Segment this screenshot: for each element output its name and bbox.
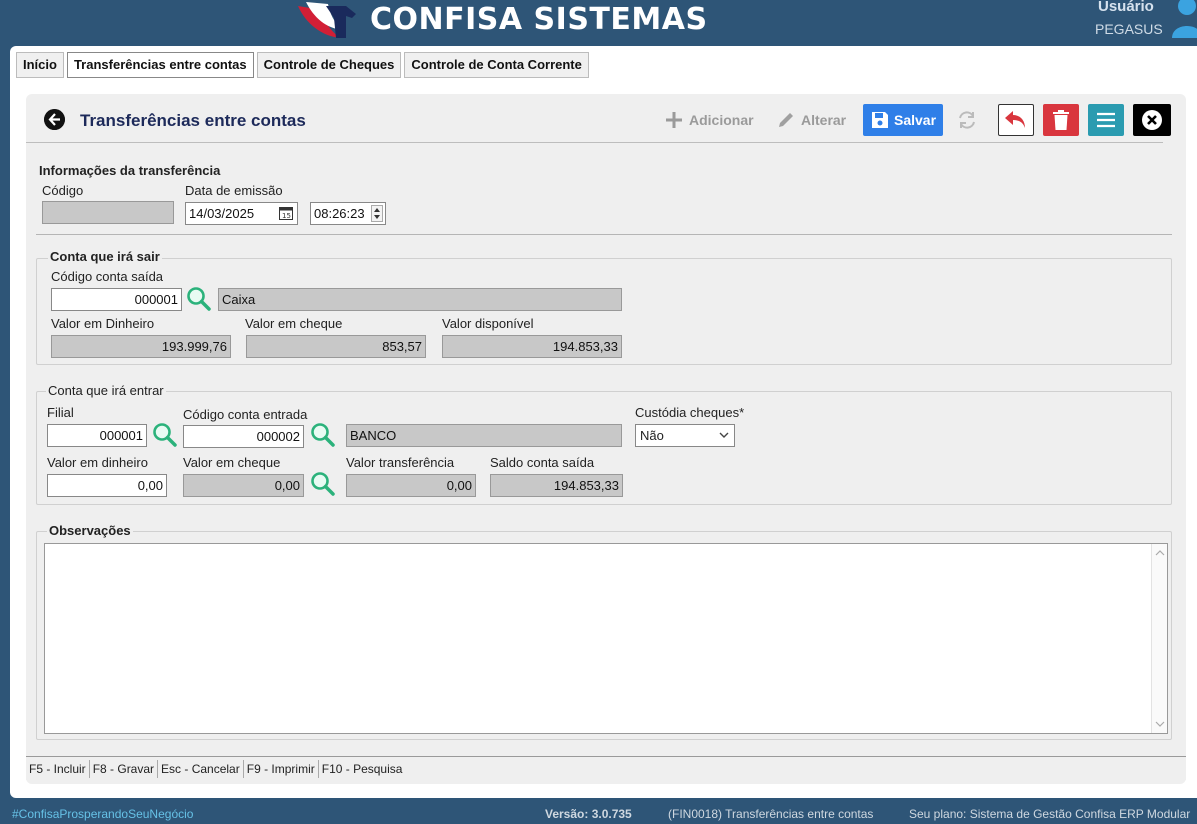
conta-entrada-nome: BANCO [346, 424, 622, 447]
title-row: Transferências entre contas Adicionar Al… [26, 94, 1171, 143]
form-panel: Transferências entre contas Adicionar Al… [26, 94, 1186, 784]
back-arrow-icon[interactable] [44, 109, 65, 130]
edit-button[interactable]: Alterar [776, 104, 846, 136]
data-emissao-label: Data de emissão [185, 183, 283, 198]
scroll-down-icon[interactable] [1155, 721, 1165, 727]
shortcut-esc: Esc - Cancelar [158, 759, 244, 778]
save-icon [872, 112, 888, 128]
custodia-value: Não [640, 428, 664, 443]
tab-bar: Início Transferências entre contas Contr… [16, 52, 592, 80]
trash-icon [1053, 110, 1069, 130]
time-spinner-icon[interactable] [371, 205, 383, 222]
footer-program: (FIN0018) Transferências entre contas [668, 807, 874, 821]
refresh-icon [959, 111, 975, 129]
search-conta-saida-icon[interactable] [186, 286, 212, 312]
close-button[interactable] [1133, 104, 1171, 136]
delete-button[interactable] [1043, 104, 1079, 136]
footer-plan: Seu plano: Sistema de Gestão Confisa ERP… [909, 807, 1191, 821]
page-title: Transferências entre contas [80, 111, 306, 130]
edit-button-label: Alterar [801, 112, 847, 128]
tab-controle-conta-corrente[interactable]: Controle de Conta Corrente [404, 52, 589, 78]
chevron-down-icon [719, 432, 729, 438]
codigo-label: Código [42, 183, 84, 198]
search-filial-icon[interactable] [152, 422, 178, 448]
shortcut-f10: F10 - Pesquisa [321, 761, 403, 776]
conta-saida-nome: Caixa [218, 288, 622, 311]
custodia-label: Custódia cheques* [635, 405, 745, 420]
saldo-saida-label: Saldo conta saída [490, 455, 595, 470]
filial-label: Filial [47, 405, 74, 420]
footer-hashtag[interactable]: #ConfisaProsperandoSeuNegócio [12, 807, 193, 821]
cheque-saida-label: Valor em cheque [245, 316, 343, 331]
add-button-label: Adicionar [689, 112, 754, 128]
transferencia-field: 0,00 [346, 474, 476, 497]
saldo-saida-field: 194.853,33 [490, 474, 623, 497]
disponivel-saida-field: 194.853,33 [442, 335, 622, 358]
info-separator [36, 234, 1172, 235]
hora-emissao-field[interactable]: 08:26:23 [310, 202, 386, 225]
user-label: Usuário [1098, 0, 1154, 15]
refresh-button[interactable] [956, 104, 980, 136]
tab-inicio[interactable]: Início [16, 52, 64, 78]
tab-controle-cheques[interactable]: Controle de Cheques [256, 52, 402, 78]
brand-title: CONFISA SISTEMAS [370, 2, 708, 37]
cheque-entrada-label: Valor em cheque [183, 455, 281, 470]
save-button[interactable]: Salvar [863, 104, 943, 136]
add-button[interactable]: Adicionar [664, 104, 754, 136]
svg-text:15: 15 [282, 212, 291, 220]
cheque-saida-field: 853,57 [246, 335, 426, 358]
top-bar: CONFISA SISTEMAS Usuário PEGASUS [0, 0, 1197, 46]
info-section-title: Informações da transferência [39, 163, 221, 178]
shortcut-f5: F5 - Incluir [26, 759, 90, 778]
observacoes-label: Observações [47, 523, 133, 538]
codigo-saida-field[interactable]: 000001 [51, 288, 182, 311]
user-avatar-icon[interactable] [1170, 0, 1197, 38]
main-window: Início Transferências entre contas Contr… [10, 46, 1197, 798]
footer-bar: #ConfisaProsperandoSeuNegócio Versão: 3.… [0, 802, 1197, 824]
plus-icon [666, 112, 682, 128]
dinheiro-saida-label: Valor em Dinheiro [51, 316, 155, 331]
close-icon [1142, 110, 1162, 130]
shortcut-bar: F5 - Incluir F8 - Gravar Esc - Cancelar … [26, 756, 1186, 780]
menu-button[interactable] [1088, 104, 1124, 136]
user-name[interactable]: PEGASUS [1095, 21, 1163, 37]
codigo-field [42, 201, 174, 224]
filial-field[interactable]: 000001 [47, 424, 147, 447]
data-emissao-value: 14/03/2025 [189, 206, 255, 221]
undo-icon [1005, 111, 1025, 128]
dinheiro-entrada-field[interactable]: 0,00 [47, 474, 167, 497]
search-cheques-icon[interactable] [310, 471, 336, 497]
shortcut-f9: F9 - Imprimir [244, 759, 319, 778]
codigo-entrada-field[interactable]: 000002 [183, 425, 304, 448]
pegasus-logo-icon [298, 2, 356, 38]
data-emissao-field[interactable]: 14/03/2025 15 [185, 202, 298, 225]
observacoes-textarea[interactable] [44, 543, 1168, 734]
pencil-icon [779, 113, 793, 127]
saida-section-title: Conta que irá sair [48, 249, 162, 264]
scroll-up-icon[interactable] [1155, 550, 1165, 556]
tab-transferencias[interactable]: Transferências entre contas [66, 52, 254, 78]
codigo-saida-label: Código conta saída [51, 269, 164, 284]
codigo-entrada-label: Código conta entrada [183, 407, 308, 422]
cheque-entrada-field: 0,00 [183, 474, 304, 497]
calendar-icon[interactable]: 15 [279, 206, 293, 220]
shortcut-f8: F8 - Gravar [90, 759, 159, 778]
observacoes-scrollbar[interactable] [1151, 544, 1167, 733]
hora-emissao-value: 08:26:23 [314, 206, 365, 221]
transferencia-label: Valor transferência [346, 455, 455, 470]
footer-version: Versão: 3.0.735 [545, 807, 632, 821]
search-conta-entrada-icon[interactable] [310, 422, 336, 448]
undo-button[interactable] [998, 104, 1034, 136]
menu-icon [1097, 112, 1115, 128]
custodia-select[interactable]: Não [635, 424, 735, 447]
save-button-label: Salvar [894, 112, 937, 128]
entrada-section-title: Conta que irá entrar [46, 383, 166, 398]
dinheiro-entrada-label: Valor em dinheiro [47, 455, 148, 470]
disponivel-saida-label: Valor disponível [442, 316, 534, 331]
dinheiro-saida-field: 193.999,76 [51, 335, 231, 358]
